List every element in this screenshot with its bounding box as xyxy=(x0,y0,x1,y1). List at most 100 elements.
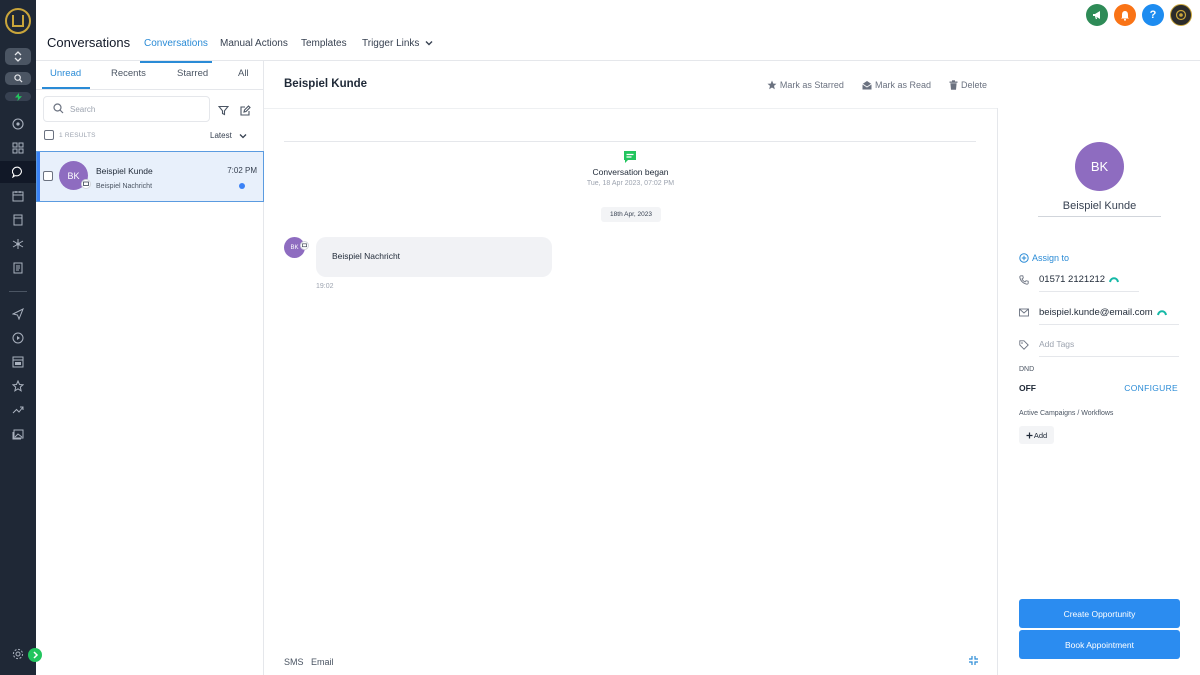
filter-funnel-icon xyxy=(217,105,229,115)
list-tab-starred[interactable]: Starred xyxy=(177,68,208,79)
rail-item-payments[interactable] xyxy=(0,257,36,279)
composer-tab-sms[interactable]: SMS xyxy=(284,657,304,667)
thread-divider xyxy=(284,141,976,142)
announcements-button[interactable] xyxy=(1086,4,1108,26)
lightning-icon xyxy=(14,92,22,101)
conversation-time: 7:02 PM xyxy=(227,166,257,175)
envelope-open-icon xyxy=(862,81,872,90)
mark-as-starred-label: Mark as Starred xyxy=(779,80,844,90)
chat-bubble-icon xyxy=(12,166,22,178)
tabs-divider xyxy=(36,89,264,90)
rail-item-calendars[interactable] xyxy=(0,185,36,207)
chevron-down-icon xyxy=(239,133,247,138)
notifications-button[interactable] xyxy=(1114,4,1136,26)
search-icon xyxy=(13,74,23,83)
app-root: Conversations Conversations Manual Actio… xyxy=(0,0,1200,675)
conversation-checkbox[interactable] xyxy=(43,171,53,181)
rail-item-opportunities[interactable] xyxy=(0,233,36,255)
configure-dnd-button[interactable]: CONFIGURE xyxy=(1124,383,1178,393)
dnd-status: OFF xyxy=(1019,383,1036,393)
rail-item-marketing[interactable] xyxy=(0,303,36,325)
quick-actions-button[interactable] xyxy=(5,92,31,101)
tag-icon xyxy=(1019,340,1029,350)
assign-to-button[interactable]: Assign to xyxy=(1019,253,1069,263)
tab-trigger-links[interactable]: Trigger Links xyxy=(362,38,433,49)
top-navigation: Conversations Conversations Manual Actio… xyxy=(36,0,1200,63)
tab-conversations[interactable]: Conversations xyxy=(140,38,212,63)
rail-item-dashboard[interactable] xyxy=(0,137,36,159)
message-icon xyxy=(302,243,307,248)
megaphone-icon xyxy=(1092,11,1100,20)
conversation-list-panel: Unread Recents Starred All 1 RESULTS Lat… xyxy=(36,61,264,675)
rail-item-media[interactable] xyxy=(0,423,36,445)
conversation-preview: Beispiel Nachricht xyxy=(96,183,153,190)
image-gallery-icon xyxy=(12,429,24,440)
select-all-checkbox[interactable] xyxy=(44,130,54,140)
list-tab-unread[interactable]: Unread xyxy=(50,68,81,79)
list-item[interactable]: BK Beispiel Kunde Beispiel Nachricht 7:0… xyxy=(36,151,264,202)
mark-as-starred-button[interactable]: Mark as Starred xyxy=(767,80,844,90)
search-rail-button[interactable] xyxy=(5,72,31,85)
rail-item-sites[interactable] xyxy=(0,351,36,373)
sidebar-rail xyxy=(0,0,42,675)
star-icon xyxy=(767,80,777,90)
tags-input[interactable]: Add Tags xyxy=(1039,339,1074,349)
composer-tab-email[interactable]: Email xyxy=(311,657,334,667)
page-title: Conversations xyxy=(47,35,131,50)
expand-sidebar-button[interactable] xyxy=(28,648,42,662)
help-button[interactable]: ? xyxy=(1142,4,1164,26)
create-opportunity-button[interactable]: Create Opportunity xyxy=(1019,599,1180,628)
mark-as-read-button[interactable]: Mark as Read xyxy=(862,80,931,90)
email-value[interactable]: beispiel.kunde@email.com xyxy=(1039,307,1153,318)
rail-item-reputation[interactable] xyxy=(0,375,36,397)
calendar-icon xyxy=(12,191,24,202)
receipt-icon xyxy=(13,262,23,274)
help-icon: ? xyxy=(1149,9,1157,21)
tab-templates[interactable]: Templates xyxy=(301,38,347,49)
automation-play-icon xyxy=(12,332,24,344)
brand-logo[interactable] xyxy=(5,8,31,34)
search-input[interactable] xyxy=(70,102,200,117)
add-circle-icon xyxy=(1019,253,1029,263)
chat-panel: Beispiel Kunde Mark as Starred Mark as R… xyxy=(264,61,997,675)
phone-value[interactable]: 01571 2121212 xyxy=(1039,274,1105,285)
filter-button[interactable] xyxy=(216,103,230,117)
tab-manual-actions[interactable]: Manual Actions xyxy=(220,38,288,49)
chevron-updown-icon xyxy=(14,51,22,62)
collapse-icon[interactable] xyxy=(968,655,979,666)
tags-underline xyxy=(1039,356,1179,357)
chevron-down-icon xyxy=(425,41,433,46)
conversation-began-title: Conversation began xyxy=(592,167,669,177)
list-tab-recents[interactable]: Recents xyxy=(111,68,146,79)
rail-divider xyxy=(9,291,27,292)
location-switcher-button[interactable] xyxy=(5,48,31,65)
rail-item-conversations[interactable] xyxy=(0,161,36,183)
delete-button[interactable]: Delete xyxy=(949,80,987,90)
add-campaign-button[interactable]: Add xyxy=(1019,426,1054,444)
compose-button[interactable] xyxy=(238,103,252,117)
verified-icon xyxy=(1109,277,1119,283)
search-box xyxy=(43,96,210,122)
header-actions: ? xyxy=(1086,4,1192,26)
contacts-book-icon xyxy=(13,214,23,226)
sort-dropdown[interactable]: Latest xyxy=(210,131,247,140)
conversation-began-timestamp: Tue, 18 Apr 2023, 07:02 PM xyxy=(586,180,675,187)
rail-item-launchpad[interactable] xyxy=(0,113,36,135)
rail-item-contacts[interactable] xyxy=(0,209,36,231)
sort-label: Latest xyxy=(210,131,232,140)
trash-icon xyxy=(949,80,958,90)
contact-details-panel: BK Beispiel Kunde Assign to 01571 212121… xyxy=(997,108,1200,675)
email-icon xyxy=(1019,308,1029,317)
rail-item-automation[interactable] xyxy=(0,327,36,349)
account-avatar[interactable] xyxy=(1170,4,1192,26)
account-emblem-icon xyxy=(1175,9,1187,21)
rail-item-reporting[interactable] xyxy=(0,399,36,421)
contact-name[interactable]: Beispiel Kunde xyxy=(998,200,1200,212)
list-tab-all[interactable]: All xyxy=(238,68,249,79)
verified-icon xyxy=(1157,310,1167,316)
book-appointment-button[interactable]: Book Appointment xyxy=(1019,630,1180,659)
active-campaigns-label: Active Campaigns / Workflows xyxy=(1019,410,1114,417)
unread-dot xyxy=(239,183,245,189)
contact-name-underline xyxy=(1038,216,1161,217)
network-icon xyxy=(12,239,24,249)
